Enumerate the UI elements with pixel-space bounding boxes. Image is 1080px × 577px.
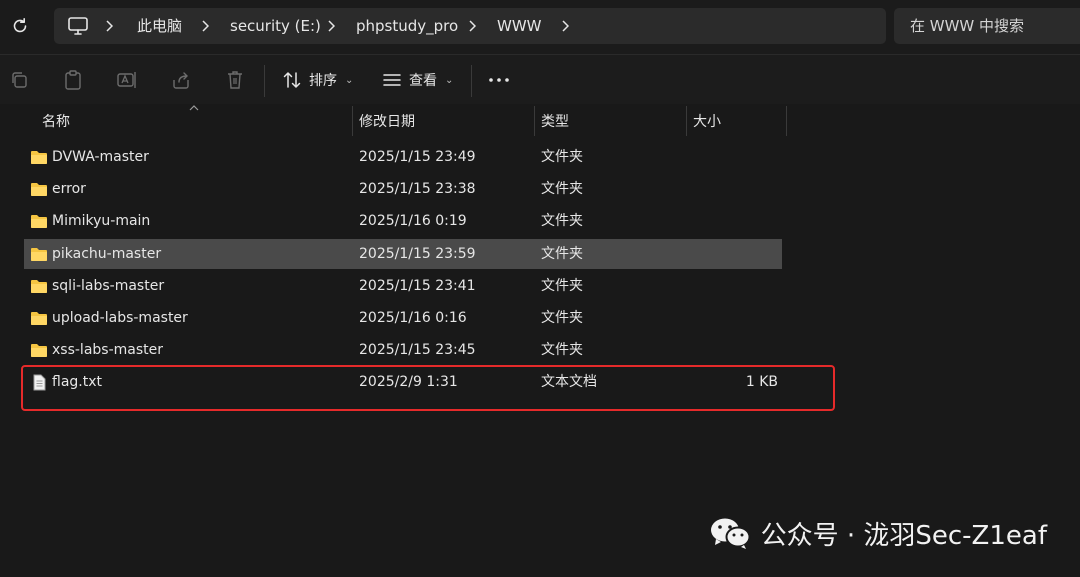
sort-label: 排序 xyxy=(309,73,337,89)
file-type: 文件夹 xyxy=(541,277,583,294)
file-date: 2025/1/16 0:16 xyxy=(359,310,467,326)
folder-icon xyxy=(31,247,47,261)
file-row[interactable]: upload-labs-master 2025/1/16 0:16 文件夹 xyxy=(24,303,782,333)
file-date: 2025/1/15 23:41 xyxy=(359,277,476,294)
file-date: 2025/1/15 23:38 xyxy=(359,181,476,198)
sort-ascending-icon xyxy=(189,105,199,111)
file-name: pikachu-master xyxy=(52,245,162,262)
breadcrumb-item[interactable]: security (E:) xyxy=(230,8,321,44)
refresh-button[interactable] xyxy=(6,12,34,40)
column-divider[interactable] xyxy=(786,106,787,136)
file-date: 2025/1/15 23:49 xyxy=(359,149,476,165)
computer-icon[interactable] xyxy=(68,17,88,35)
refresh-icon xyxy=(13,18,27,33)
watermark: 公众号 · 泷羽Sec-Z1eaf xyxy=(709,514,1047,552)
chevron-down-icon: ⌄ xyxy=(445,74,454,86)
file-type: 文件夹 xyxy=(541,181,583,198)
watermark-text: 公众号 · 泷羽Sec-Z1eaf xyxy=(760,520,1047,551)
file-name: Mimikyu-main xyxy=(52,213,151,230)
file-date: 2025/1/16 0:19 xyxy=(359,213,467,230)
column-divider[interactable] xyxy=(352,106,353,136)
folder-icon xyxy=(31,183,47,197)
column-header-date[interactable]: 修改日期 xyxy=(359,104,415,136)
column-header-type[interactable]: 类型 xyxy=(541,104,569,136)
command-bar: 排序 ⌄ 查看 ⌄ xyxy=(0,54,1080,105)
file-type: 文件夹 xyxy=(541,213,583,230)
highlight-box xyxy=(21,365,835,411)
file-name: error xyxy=(52,181,86,198)
chevron-right-icon[interactable] xyxy=(102,19,116,33)
chevron-down-icon: ⌄ xyxy=(345,74,354,86)
breadcrumb-item[interactable]: phpstudy_pro xyxy=(356,8,458,44)
file-list: 名称 修改日期 类型 大小 DVWA-master 2025/1/15 23:49… xyxy=(0,104,1080,577)
file-name: upload-labs-master xyxy=(52,310,188,326)
column-divider[interactable] xyxy=(534,106,535,136)
chevron-right-icon[interactable] xyxy=(198,19,212,33)
file-type: 文件夹 xyxy=(541,342,583,359)
chevron-right-icon[interactable] xyxy=(558,19,572,33)
wechat-icon xyxy=(710,518,751,549)
file-row[interactable]: DVWA-master 2025/1/15 23:49 文件夹 xyxy=(24,142,782,172)
file-row[interactable]: Mimikyu-main 2025/1/16 0:19 文件夹 xyxy=(24,206,782,236)
paste-icon[interactable] xyxy=(62,69,84,91)
folder-icon xyxy=(31,344,47,358)
view-icon xyxy=(383,74,401,86)
search-placeholder: 在 WWW 中搜索 xyxy=(910,17,1025,35)
breadcrumb-item[interactable]: 此电脑 xyxy=(137,8,182,44)
file-date: 2025/1/15 23:45 xyxy=(359,342,476,359)
folder-icon xyxy=(31,312,47,325)
file-date: 2025/1/15 23:59 xyxy=(359,245,476,262)
breadcrumb-item-current[interactable]: WWW xyxy=(497,8,542,44)
more-icon[interactable] xyxy=(488,69,510,91)
chevron-right-icon[interactable] xyxy=(465,19,479,33)
file-row-selected[interactable]: pikachu-master 2025/1/15 23:59 文件夹 xyxy=(24,238,782,269)
folder-icon xyxy=(31,151,47,164)
file-row[interactable]: error 2025/1/15 23:38 文件夹 xyxy=(24,174,782,204)
column-header-name[interactable]: 名称 xyxy=(42,104,70,136)
toolbar-separator xyxy=(264,65,265,97)
column-divider[interactable] xyxy=(686,106,687,136)
address-bar[interactable]: 此电脑 security (E:) phpstudy_pro WWW xyxy=(54,8,886,44)
search-input[interactable]: 在 WWW 中搜索 xyxy=(894,8,1080,44)
toolbar-separator xyxy=(471,65,472,97)
chevron-right-icon[interactable] xyxy=(324,19,338,33)
file-type: 文件夹 xyxy=(541,310,583,326)
file-name: sqli-labs-master xyxy=(52,277,165,294)
rename-icon[interactable] xyxy=(116,69,138,91)
file-type: 文件夹 xyxy=(541,245,583,262)
view-label: 查看 xyxy=(409,73,437,89)
address-bar-row: 此电脑 security (E:) phpstudy_pro WWW 在 WWW… xyxy=(0,0,1080,54)
file-type: 文件夹 xyxy=(541,149,583,165)
copy-icon[interactable] xyxy=(8,69,30,91)
file-name: xss-labs-master xyxy=(52,342,163,359)
share-icon[interactable] xyxy=(170,69,192,91)
file-row[interactable]: sqli-labs-master 2025/1/15 23:41 文件夹 xyxy=(24,271,782,301)
view-button[interactable]: 查看 ⌄ xyxy=(383,66,453,94)
sort-icon xyxy=(283,72,301,88)
delete-icon[interactable] xyxy=(224,69,246,91)
column-header-size[interactable]: 大小 xyxy=(693,104,721,136)
folder-icon xyxy=(31,279,47,293)
sort-button[interactable]: 排序 ⌄ xyxy=(283,66,353,94)
file-row[interactable]: xss-labs-master 2025/1/15 23:45 文件夹 xyxy=(24,335,782,365)
file-name: DVWA-master xyxy=(52,149,149,165)
folder-icon xyxy=(31,215,47,229)
